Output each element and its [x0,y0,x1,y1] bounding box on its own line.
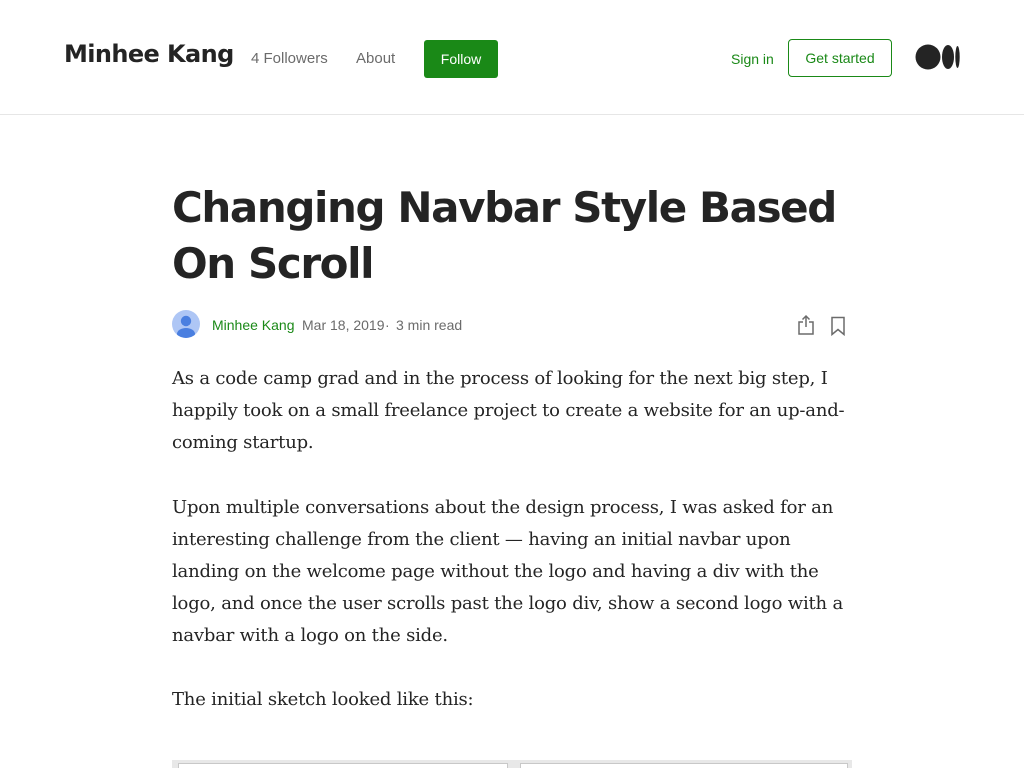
sketch-image [172,760,852,768]
user-avatar-icon [177,315,195,338]
avatar[interactable] [172,310,200,338]
about-link[interactable]: About [356,50,395,67]
sign-in-link[interactable]: Sign in [731,51,774,67]
byline: Minhee Kang Mar 18, 2019 · 3 min read [172,310,852,340]
bookmark-icon[interactable] [830,316,846,336]
article-paragraph: As a code camp grad and in the process o… [172,368,845,453]
read-time: 3 min read [396,317,463,333]
sketch-panel-left [178,763,508,768]
follow-button[interactable]: Follow [424,40,498,78]
sketch-panel-right [520,763,848,768]
medium-logo-icon[interactable] [915,44,961,70]
get-started-button[interactable]: Get started [788,39,892,77]
top-bar: Minhee Kang 4 Followers About Follow Sig… [0,0,1024,115]
byline-separator: · [385,317,390,333]
followers-link[interactable]: 4 Followers [251,50,328,67]
publish-date: Mar 18, 2019 [302,317,385,333]
publication-brand[interactable]: Minhee Kang [64,40,234,68]
article-paragraph: The initial sketch looked like this: [172,689,474,710]
author-link[interactable]: Minhee Kang [212,317,295,333]
share-icon[interactable] [796,314,816,336]
article-paragraph: Upon multiple conversations about the de… [172,497,843,646]
article-title: Changing Navbar Style Based On Scroll [172,183,837,288]
